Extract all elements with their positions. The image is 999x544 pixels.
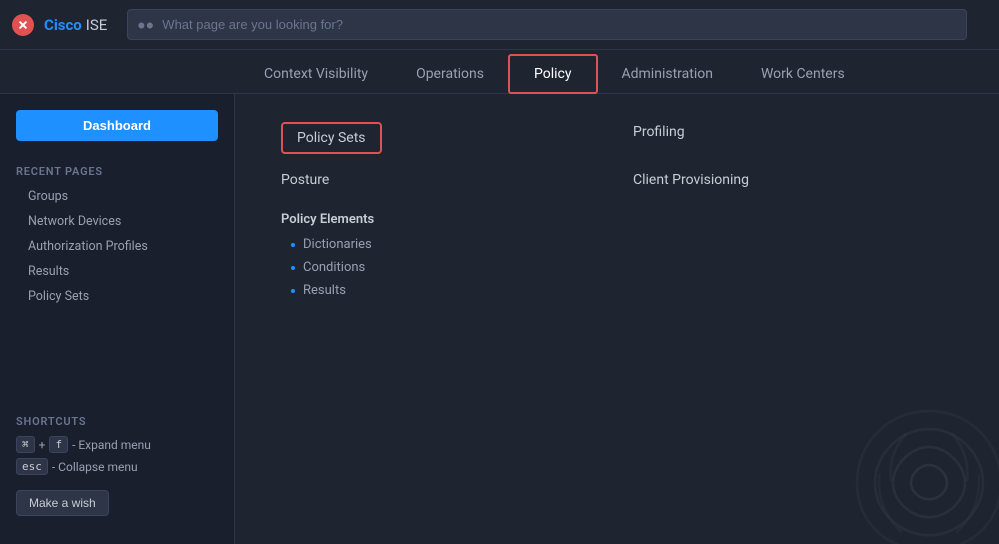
plus-sign: + bbox=[39, 438, 46, 452]
posture-item[interactable]: Posture bbox=[265, 162, 617, 198]
close-button[interactable] bbox=[12, 14, 34, 36]
shortcuts-label: Shortcuts bbox=[16, 415, 218, 428]
search-input[interactable] bbox=[127, 9, 967, 40]
sidebar-bottom: Shortcuts ⌘ + f - Expand menu esc - Coll… bbox=[0, 403, 234, 528]
sidebar-item-policy-sets[interactable]: Policy Sets bbox=[0, 284, 234, 309]
f-key: f bbox=[49, 436, 68, 453]
recent-pages-label: Recent Pages bbox=[0, 157, 234, 184]
policy-sets-button[interactable]: Policy Sets bbox=[281, 122, 382, 154]
collapse-label: - Collapse menu bbox=[52, 460, 138, 474]
shortcut-expand-row: ⌘ + f - Expand menu bbox=[16, 436, 218, 453]
search-icon: ●● bbox=[137, 16, 154, 33]
nav-tabs: Context Visibility Operations Policy Adm… bbox=[0, 50, 999, 94]
esc-key: esc bbox=[16, 458, 48, 475]
sidebar: Dashboard Recent Pages Groups Network De… bbox=[0, 94, 235, 544]
sidebar-item-network-devices[interactable]: Network Devices bbox=[0, 209, 234, 234]
sidebar-item-groups[interactable]: Groups bbox=[0, 184, 234, 209]
policy-elements-section: Policy Elements Dictionaries Conditions … bbox=[265, 198, 969, 306]
tab-context-visibility[interactable]: Context Visibility bbox=[240, 56, 392, 94]
content-area: Policy Sets Profiling Posture Client Pro… bbox=[235, 94, 999, 544]
main-layout: Dashboard Recent Pages Groups Network De… bbox=[0, 94, 999, 544]
tab-operations[interactable]: Operations bbox=[392, 56, 508, 94]
policy-sets-cell: Policy Sets bbox=[265, 114, 617, 162]
sidebar-item-authorization-profiles[interactable]: Authorization Profiles bbox=[0, 234, 234, 259]
policy-elements-item-conditions[interactable]: Conditions bbox=[281, 256, 953, 279]
policy-elements-label: Policy Elements bbox=[281, 212, 953, 227]
content-grid: Policy Sets Profiling Posture Client Pro… bbox=[265, 114, 969, 306]
search-bar: ●● bbox=[127, 9, 967, 40]
brand-cisco: Cisco bbox=[44, 16, 82, 34]
dashboard-button[interactable]: Dashboard bbox=[16, 110, 218, 141]
brand-logo: Cisco ISE bbox=[44, 16, 107, 34]
profiling-item[interactable]: Profiling bbox=[617, 114, 969, 162]
policy-elements-item-results[interactable]: Results bbox=[281, 279, 953, 302]
policy-elements-item-dictionaries[interactable]: Dictionaries bbox=[281, 233, 953, 256]
sidebar-top: Dashboard Recent Pages Groups Network De… bbox=[0, 110, 234, 403]
client-provisioning-item[interactable]: Client Provisioning bbox=[617, 162, 969, 198]
shortcut-collapse-row: esc - Collapse menu bbox=[16, 458, 218, 475]
cmd-key: ⌘ bbox=[16, 436, 35, 453]
sidebar-item-results[interactable]: Results bbox=[0, 259, 234, 284]
fingerprint-watermark bbox=[839, 384, 999, 544]
tab-work-centers[interactable]: Work Centers bbox=[737, 56, 869, 94]
brand-ise: ISE bbox=[86, 16, 108, 34]
tab-policy[interactable]: Policy bbox=[508, 54, 598, 94]
make-wish-button[interactable]: Make a wish bbox=[16, 490, 109, 516]
top-bar: Cisco ISE ●● bbox=[0, 0, 999, 50]
expand-label: - Expand menu bbox=[72, 438, 151, 452]
tab-administration[interactable]: Administration bbox=[598, 56, 737, 94]
